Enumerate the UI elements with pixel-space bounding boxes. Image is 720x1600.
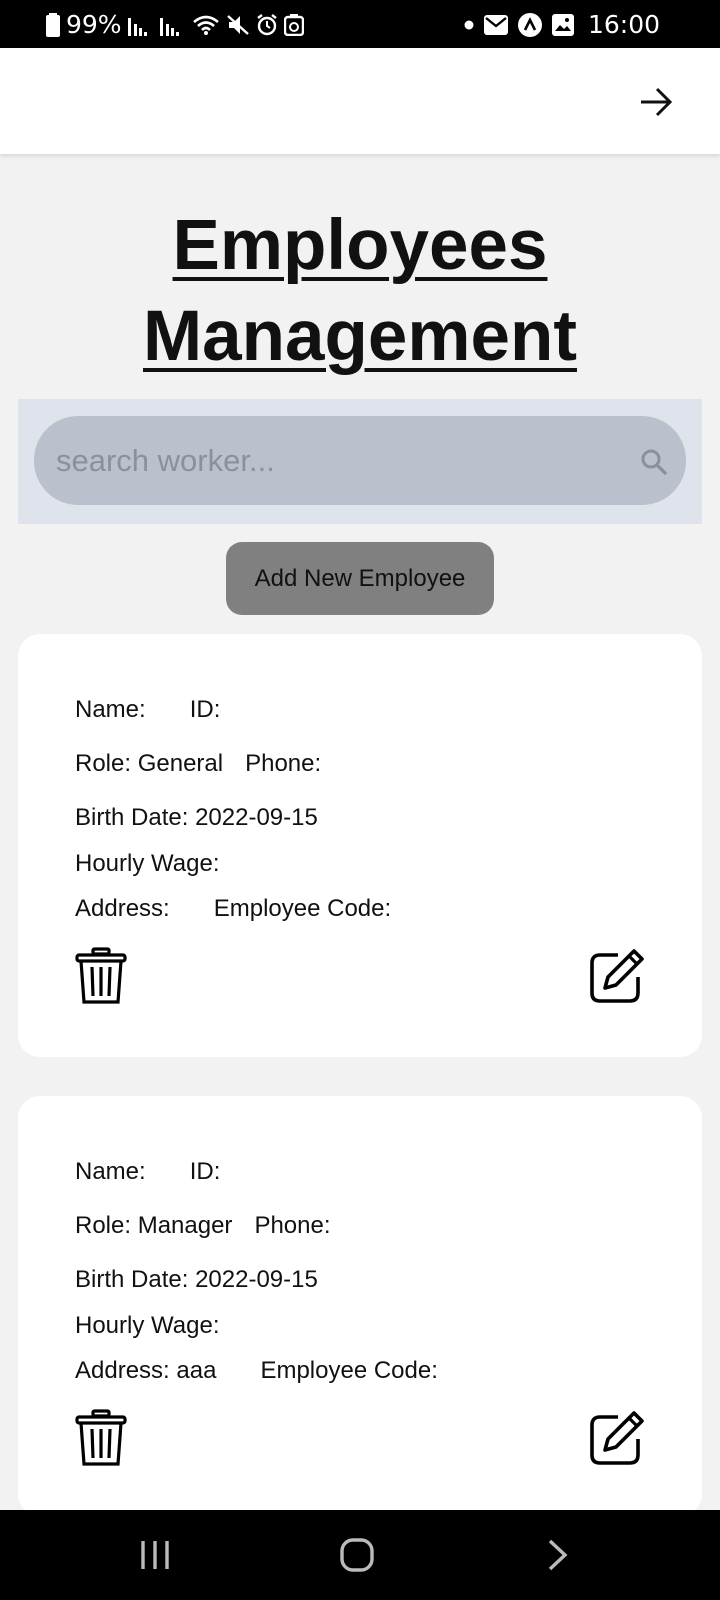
mail-icon (483, 12, 508, 38)
birth-date-value: 2022-09-15 (195, 1266, 318, 1293)
search-panel (18, 399, 702, 524)
hourly-wage-label: Hourly Wage: (75, 850, 220, 877)
app-notification-icon (517, 12, 542, 38)
search-box[interactable] (34, 416, 686, 505)
mute-icon (226, 12, 250, 38)
edit-icon (590, 949, 644, 1003)
role-phone-row: Role: Manager Phone: (75, 1212, 331, 1240)
signal-icon (159, 12, 186, 38)
battery-percent: 99% (66, 10, 122, 39)
name-id-row: Name: ID: (75, 1158, 220, 1186)
id-label: ID: (189, 696, 221, 723)
address-label: Address: (75, 1357, 170, 1384)
edit-icon (590, 1411, 644, 1465)
notification-dot-icon (464, 12, 474, 38)
role-phone-row: Role: General Phone: (75, 750, 321, 778)
address-value: aaa (176, 1357, 217, 1384)
hourly-wage-label: Hourly Wage: (75, 1312, 220, 1339)
delete-button[interactable] (75, 947, 127, 1005)
role-value: Manager (137, 1212, 233, 1239)
arrow-right-icon (641, 87, 673, 117)
recent-apps-icon (141, 1541, 169, 1569)
add-employee-button[interactable]: Add New Employee (226, 542, 494, 615)
back-button[interactable] (528, 1535, 588, 1575)
employee-card: Name: ID: Role: General Phone: Birth Date:… (18, 634, 702, 1057)
recent-apps-button[interactable] (125, 1535, 185, 1575)
edit-button[interactable] (588, 947, 646, 1005)
search-icon[interactable] (640, 448, 668, 476)
home-icon (340, 1538, 374, 1572)
name-id-row: Name: ID: (75, 696, 220, 724)
chevron-right-icon (548, 1539, 568, 1571)
status-left: 99% (46, 10, 304, 39)
battery-icon (46, 12, 60, 38)
birth-date-value: 2022-09-15 (195, 804, 318, 831)
id-label: ID: (189, 1158, 221, 1185)
hourly-wage-row: Hourly Wage: (75, 850, 220, 878)
trash-icon (75, 1409, 127, 1466)
status-right: 16:00 (464, 10, 660, 39)
signal-icon (127, 12, 154, 38)
search-input[interactable] (56, 416, 616, 505)
phone-label: Phone: (254, 1212, 331, 1239)
address-label: Address: (75, 895, 170, 922)
address-code-row: Address: Employee Code: (75, 895, 391, 923)
trash-icon (75, 947, 127, 1004)
birth-date-label: Birth Date: (75, 804, 189, 831)
page-title-line2: Management (143, 297, 577, 376)
employee-code-label: Employee Code: (260, 1357, 438, 1384)
birth-date-label: Birth Date: (75, 1266, 189, 1293)
status-bar: 99% 16:00 (0, 0, 720, 48)
name-label: Name: (75, 696, 146, 723)
address-code-row: Address: aaa Employee Code: (75, 1357, 438, 1385)
employee-card: Name: ID: Role: Manager Phone: Birth Date:… (18, 1096, 702, 1516)
wifi-icon (192, 12, 220, 38)
recycle-icon (283, 12, 304, 38)
phone-label: Phone: (245, 750, 322, 777)
hourly-wage-row: Hourly Wage: (75, 1312, 220, 1340)
delete-button[interactable] (75, 1409, 127, 1467)
gallery-icon (551, 12, 574, 38)
alarm-icon (256, 12, 278, 38)
employee-code-label: Employee Code: (213, 895, 392, 922)
app-bar (0, 48, 720, 154)
page-title: Employees Management (0, 200, 720, 382)
birth-date-row: Birth Date: 2022-09-15 (75, 804, 318, 832)
role-value: General (137, 750, 224, 777)
page-title-line1: Employees (172, 206, 548, 285)
role-label: Role: (75, 750, 132, 777)
forward-button[interactable] (636, 82, 676, 122)
home-button[interactable] (327, 1535, 387, 1575)
clock: 16:00 (587, 10, 660, 39)
name-label: Name: (75, 1158, 146, 1185)
role-label: Role: (75, 1212, 132, 1239)
birth-date-row: Birth Date: 2022-09-15 (75, 1266, 318, 1294)
edit-button[interactable] (588, 1409, 646, 1467)
system-nav-bar (0, 1510, 720, 1600)
